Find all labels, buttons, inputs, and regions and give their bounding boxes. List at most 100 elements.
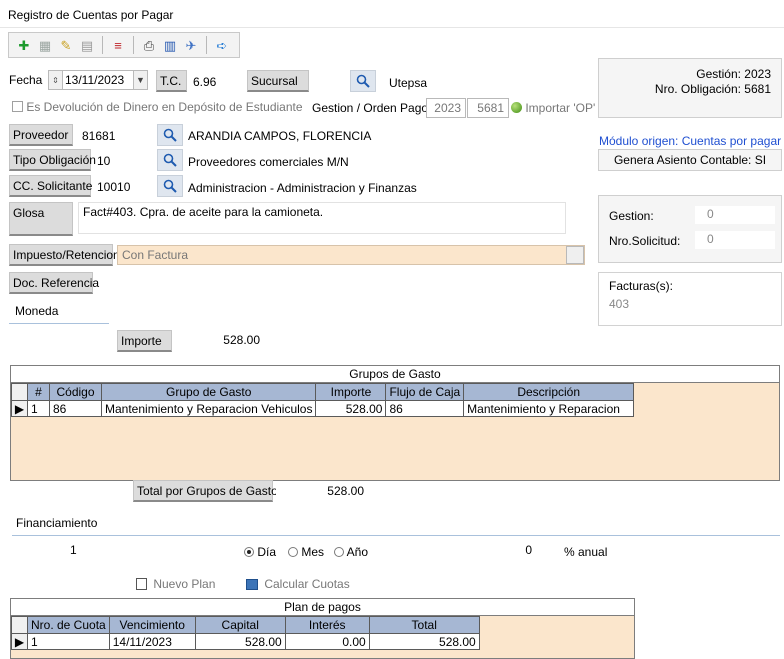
gestion-field[interactable]: 0: [695, 206, 775, 224]
impuesto-retencion-button[interactable]: Impuesto/Retencion: [9, 244, 120, 266]
radio-ano[interactable]: Año: [334, 545, 368, 559]
nuevo-plan-label: Nuevo Plan: [153, 577, 216, 591]
financiamiento-divider: [12, 535, 780, 536]
table-row[interactable]: ▶ 1 14/11/2023 528.00 0.00 528.00: [11, 633, 480, 650]
impuesto-value: Con Factura: [122, 248, 189, 262]
tipo-search-icon[interactable]: [157, 149, 183, 171]
fecha-date-picker[interactable]: ⇕ 13/11/2023 ▼: [48, 70, 148, 90]
calc-icon[interactable]: ▥: [161, 36, 179, 54]
col-codigo[interactable]: Código: [49, 383, 102, 401]
spin-icon[interactable]: ⇕: [49, 71, 63, 89]
tc-value[interactable]: 6.96: [193, 75, 216, 89]
tc-button[interactable]: T.C.: [156, 70, 187, 92]
col-vencimiento[interactable]: Vencimiento: [108, 616, 196, 634]
cell-grupo-gasto[interactable]: Mantenimiento y Reparacion Vehiculos: [100, 400, 317, 417]
devolucion-label: Es Devolución de Dinero en Depósito de E…: [26, 100, 303, 114]
modulo-origen-link[interactable]: Módulo origen: Cuentas por pagar: [599, 134, 781, 148]
calcular-cuotas-button[interactable]: Calcular Cuotas: [246, 577, 350, 591]
row-selector-header: [11, 616, 28, 634]
tipo-name: Proveedores comerciales M/N: [188, 155, 349, 169]
importe-value[interactable]: 528.00: [174, 331, 264, 351]
impuesto-select[interactable]: Con Factura: [117, 245, 585, 265]
moneda-divider: [9, 323, 109, 324]
sucursal-search-icon[interactable]: [350, 70, 376, 92]
cell-numero[interactable]: 1: [27, 400, 50, 417]
cell-flujo-caja[interactable]: 86: [385, 400, 465, 417]
facturas-label: Facturas(s):: [609, 279, 674, 293]
cc-code[interactable]: 10010: [97, 180, 130, 194]
ellipsis-button[interactable]: [566, 246, 584, 264]
col-grupo-gasto[interactable]: Grupo de Gasto: [100, 383, 317, 401]
plan-pagos-table: Nro. de Cuota Vencimiento Capital Interé…: [11, 616, 480, 650]
cell-total[interactable]: 528.00: [368, 633, 480, 650]
proveedor-code[interactable]: 81681: [82, 129, 115, 143]
solicitud-field[interactable]: 0: [695, 231, 775, 249]
window-title: Registro de Cuentas por Pagar: [0, 0, 784, 28]
col-nro-cuota[interactable]: Nro. de Cuota: [27, 616, 110, 634]
radio-ano-label: Año: [346, 545, 369, 559]
cell-vencimiento[interactable]: 14/11/2023: [108, 633, 196, 650]
orden-input[interactable]: 5681: [467, 98, 509, 118]
tipo-obligacion-button[interactable]: Tipo Obligación: [9, 149, 96, 171]
cell-capital[interactable]: 528.00: [194, 633, 286, 650]
table-row[interactable]: ▶ 1 86 Mantenimiento y Reparacion Vehicu…: [11, 400, 635, 417]
toolbar-separator: [206, 36, 207, 54]
financiamiento-label: Financiamiento: [16, 516, 98, 530]
importar-label: Importar 'OP': [525, 101, 596, 115]
solicitud-label: Nro.Solicitud:: [609, 234, 681, 248]
grid-icon[interactable]: ▦: [36, 36, 54, 54]
nuevo-plan-button[interactable]: Nuevo Plan: [136, 577, 215, 591]
fecha-label: Fecha: [9, 73, 43, 87]
col-numero[interactable]: #: [27, 383, 50, 401]
chevron-down-icon[interactable]: ▼: [133, 71, 147, 89]
plan-pagos-grid: Plan de pagos Nro. de Cuota Vencimiento …: [10, 598, 635, 659]
cell-descripcion[interactable]: Mantenimiento y Reparacion: [463, 400, 635, 417]
edit-icon[interactable]: ✎: [57, 36, 75, 54]
col-descripcion[interactable]: Descripción: [463, 383, 635, 401]
financiamiento-cantidad[interactable]: 1: [66, 541, 104, 561]
toolbar-separator: [133, 36, 134, 54]
facturas-panel: Facturas(s): 403: [598, 272, 782, 326]
sucursal-button[interactable]: Sucursal: [247, 70, 309, 92]
cc-search-icon[interactable]: [157, 175, 183, 197]
gestion-orden-label: Gestion / Orden Pago: [312, 101, 429, 115]
radio-dia[interactable]: Día: [244, 545, 276, 559]
cell-importe[interactable]: 528.00: [315, 400, 387, 417]
delete-icon[interactable]: ≡: [109, 36, 127, 54]
copy-icon[interactable]: ▤: [78, 36, 96, 54]
importar-op-button[interactable]: Importar 'OP': [511, 101, 595, 115]
tipo-code[interactable]: 10: [97, 154, 110, 168]
glosa-textarea[interactable]: Fact#403. Cpra. de aceite para la camion…: [78, 202, 566, 234]
tasa-label: % anual: [564, 545, 608, 559]
col-importe[interactable]: Importe: [315, 383, 387, 401]
radio-mes[interactable]: Mes: [288, 545, 324, 559]
cell-nro-cuota[interactable]: 1: [27, 633, 110, 650]
proveedor-search-icon[interactable]: [157, 124, 183, 146]
total-grupos-value: 528.00: [276, 482, 368, 502]
radio-ano-dot[interactable]: [334, 547, 344, 557]
checkbox-box[interactable]: [12, 101, 23, 112]
devolucion-checkbox[interactable]: Es Devolución de Dinero en Depósito de E…: [12, 100, 303, 114]
importe-button[interactable]: Importe: [117, 330, 172, 352]
col-capital[interactable]: Capital: [194, 616, 286, 634]
cell-codigo[interactable]: 86: [49, 400, 102, 417]
exit-icon[interactable]: ➪: [213, 36, 231, 54]
print-icon[interactable]: ⎙: [140, 36, 158, 54]
glosa-button[interactable]: Glosa: [9, 202, 73, 236]
radio-mes-dot[interactable]: [288, 547, 298, 557]
gestion-input[interactable]: 2023: [426, 98, 466, 118]
add-icon[interactable]: ✚: [15, 36, 33, 54]
col-flujo-caja[interactable]: Flujo de Caja: [385, 383, 465, 401]
tasa-input[interactable]: 0: [480, 541, 536, 561]
grupos-gasto-grid: Grupos de Gasto # Código Grupo de Gasto …: [10, 365, 780, 481]
col-total[interactable]: Total: [368, 616, 480, 634]
tools-icon[interactable]: ✈: [182, 36, 200, 54]
proveedor-button[interactable]: Proveedor: [9, 124, 73, 146]
doc-referencia-button[interactable]: Doc. Referencia: [9, 272, 99, 294]
facturas-value: 403: [609, 297, 630, 311]
gestion-line: Gestión: 2023: [696, 67, 771, 81]
cell-interes[interactable]: 0.00: [284, 633, 370, 650]
col-interes[interactable]: Interés: [284, 616, 370, 634]
radio-dia-dot[interactable]: [244, 547, 254, 557]
cc-solicitante-button[interactable]: CC. Solicitante: [9, 175, 92, 197]
